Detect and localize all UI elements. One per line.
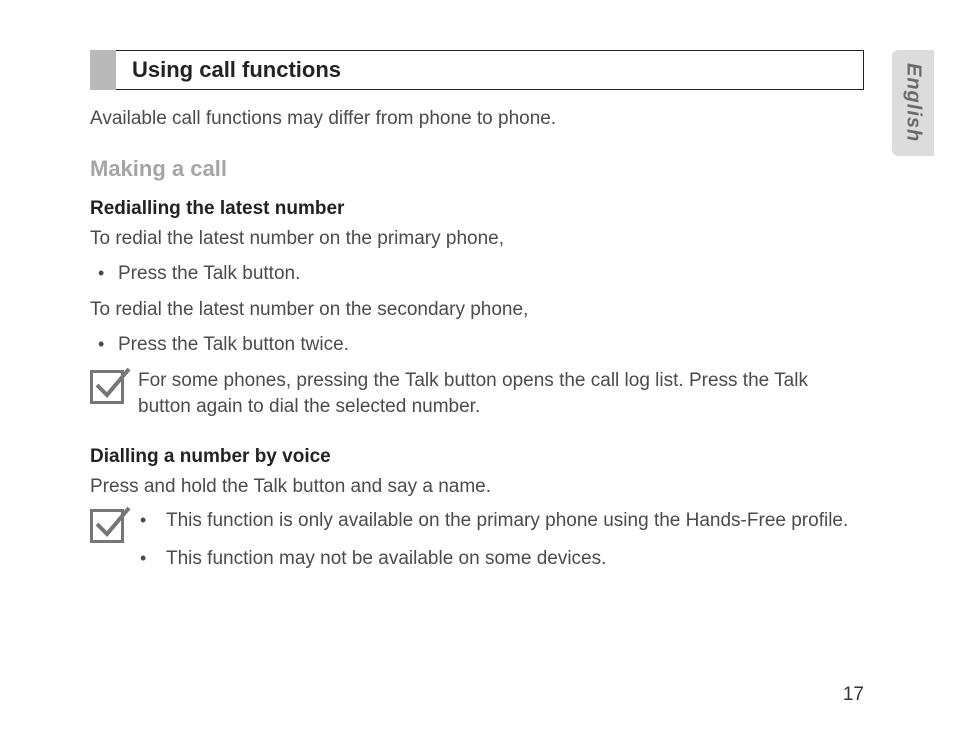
redial-primary-bullet: Press the Talk button. bbox=[96, 260, 864, 288]
section-badge bbox=[90, 50, 116, 90]
redial-note-body: For some phones, pressing the Talk butto… bbox=[138, 368, 864, 423]
checkmark-icon bbox=[90, 370, 124, 404]
redial-heading: Redialling the latest number bbox=[90, 198, 864, 220]
checkmark-icon bbox=[90, 509, 124, 543]
section-title: Using call functions bbox=[116, 51, 341, 89]
redial-note: For some phones, pressing the Talk butto… bbox=[90, 368, 864, 423]
language-tab: English bbox=[892, 50, 934, 156]
redial-secondary-bullet: Press the Talk button twice. bbox=[96, 331, 864, 359]
voice-note-list: This function is only available on the p… bbox=[138, 507, 864, 572]
intro-text: Available call functions may differ from… bbox=[90, 108, 864, 130]
language-label: English bbox=[902, 63, 925, 142]
voice-text: Press and hold the Talk button and say a… bbox=[90, 474, 864, 500]
making-a-call-heading: Making a call bbox=[90, 156, 864, 182]
section-header: Using call functions bbox=[90, 50, 864, 90]
voice-note-bullet-2: This function may not be available on so… bbox=[138, 545, 864, 573]
voice-heading: Dialling a number by voice bbox=[90, 446, 864, 468]
redial-secondary-text: To redial the latest number on the secon… bbox=[90, 297, 864, 323]
redial-primary-list: Press the Talk button. bbox=[90, 260, 864, 288]
voice-note-bullet-1: This function is only available on the p… bbox=[138, 507, 864, 535]
redial-note-text: For some phones, pressing the Talk butto… bbox=[138, 368, 864, 419]
redial-secondary-list: Press the Talk button twice. bbox=[90, 331, 864, 359]
redial-primary-text: To redial the latest number on the prima… bbox=[90, 226, 864, 252]
page-number: 17 bbox=[843, 684, 864, 706]
voice-note-body: This function is only available on the p… bbox=[138, 507, 864, 582]
voice-note: This function is only available on the p… bbox=[90, 507, 864, 582]
